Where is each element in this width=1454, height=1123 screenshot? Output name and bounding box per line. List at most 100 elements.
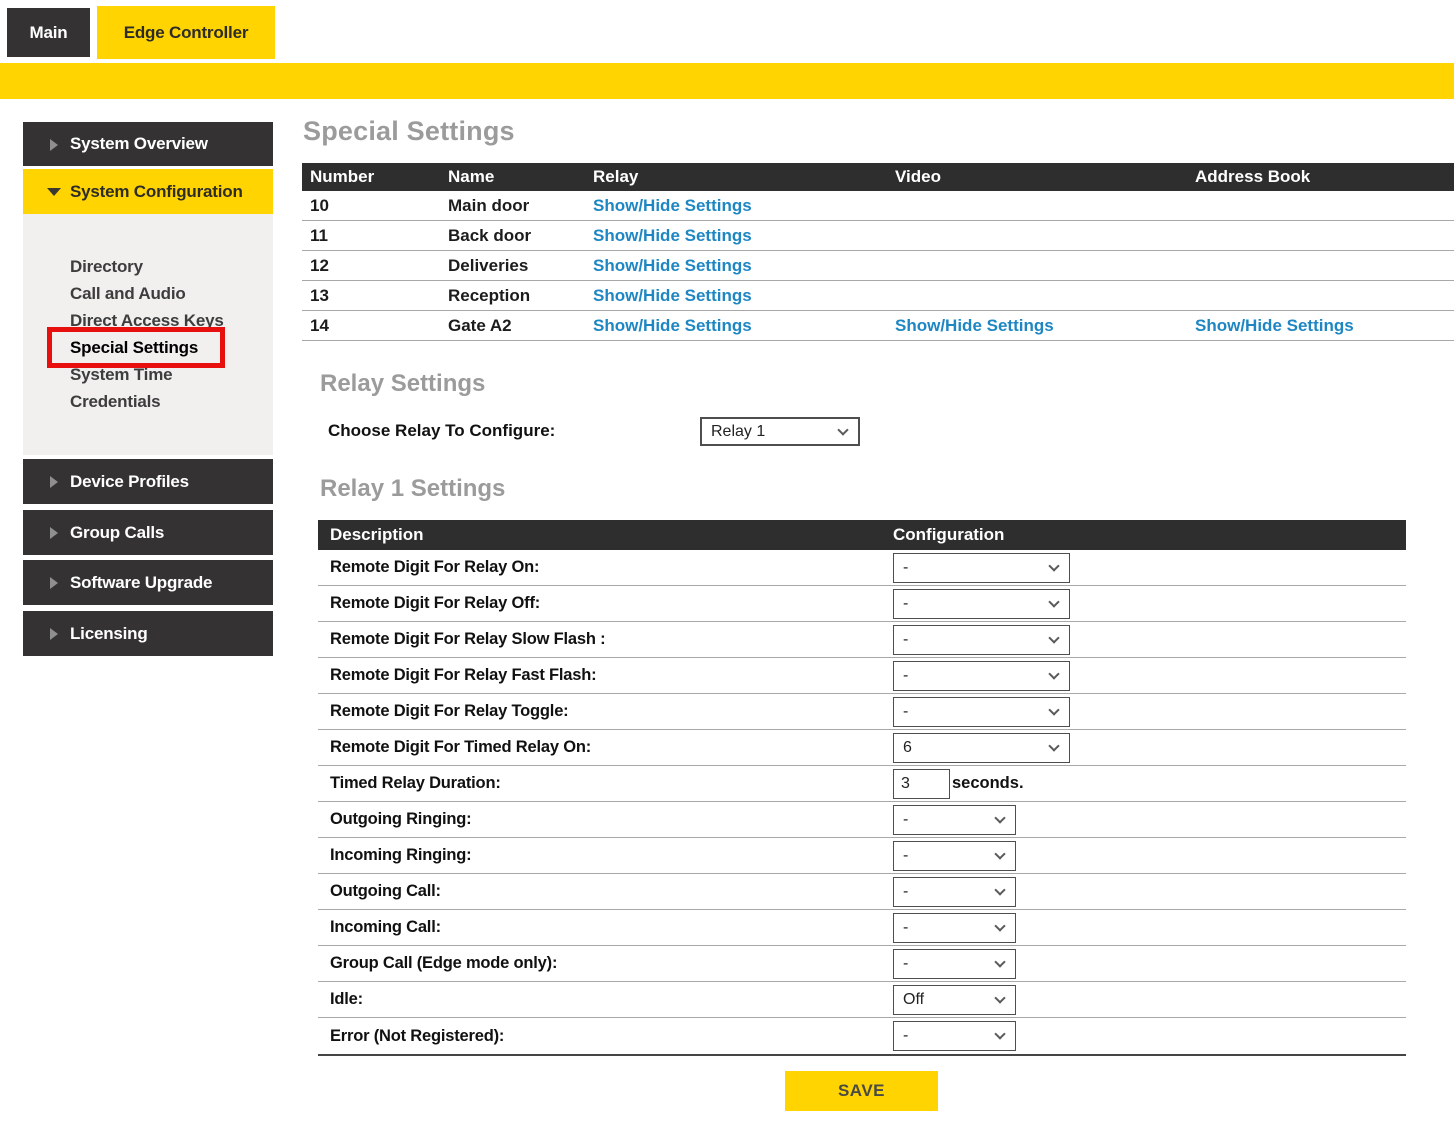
incoming-call-select[interactable]: - bbox=[893, 913, 1016, 943]
sidebar-item-special-settings[interactable]: Special Settings bbox=[23, 334, 273, 361]
timed-relay-duration-input[interactable] bbox=[893, 769, 950, 799]
device-name: Reception bbox=[448, 286, 593, 306]
tab-main-label: Main bbox=[30, 23, 68, 43]
sidebar-item-call-and-audio[interactable]: Call and Audio bbox=[23, 280, 273, 307]
settings-row: Remote Digit For Relay Slow Flash : - bbox=[318, 622, 1406, 658]
settings-row: Incoming Call: - bbox=[318, 910, 1406, 946]
tab-main[interactable]: Main bbox=[7, 8, 90, 57]
remote-digit-relay-fast-flash-select[interactable]: - bbox=[893, 661, 1070, 691]
chevron-down-icon bbox=[1048, 704, 1059, 715]
relay-show-hide-link[interactable]: Show/Hide Settings bbox=[593, 226, 752, 245]
device-name: Deliveries bbox=[448, 256, 593, 276]
table-row: 14 Gate A2 Show/Hide Settings Show/Hide … bbox=[302, 311, 1454, 341]
settings-row: Outgoing Ringing: - bbox=[318, 802, 1406, 838]
sidebar-item-label: System Configuration bbox=[70, 182, 243, 202]
select-value: - bbox=[903, 883, 908, 901]
relay-settings-title: Relay Settings bbox=[320, 370, 485, 398]
outgoing-ringing-select[interactable]: - bbox=[893, 805, 1016, 835]
device-number: 11 bbox=[302, 226, 448, 246]
address-book-show-hide-link[interactable]: Show/Hide Settings bbox=[1195, 316, 1354, 335]
idle-select[interactable]: Off bbox=[893, 985, 1016, 1015]
yellow-accent-bar bbox=[0, 63, 1454, 99]
setting-label: Timed Relay Duration: bbox=[318, 774, 893, 793]
sidebar-item-direct-access-keys[interactable]: Direct Access Keys bbox=[23, 307, 273, 334]
setting-label: Error (Not Registered): bbox=[318, 1027, 893, 1046]
select-value: 6 bbox=[903, 739, 912, 757]
setting-label: Incoming Ringing: bbox=[318, 846, 893, 865]
video-show-hide-link[interactable]: Show/Hide Settings bbox=[895, 316, 1054, 335]
chevron-down-icon bbox=[994, 884, 1005, 895]
chevron-right-icon bbox=[50, 476, 58, 488]
sidebar-item-group-calls[interactable]: Group Calls bbox=[23, 510, 273, 555]
remote-digit-relay-toggle-select[interactable]: - bbox=[893, 697, 1070, 727]
sidebar-item-credentials[interactable]: Credentials bbox=[23, 388, 273, 415]
setting-label: Outgoing Ringing: bbox=[318, 810, 893, 829]
outgoing-call-select[interactable]: - bbox=[893, 877, 1016, 907]
chevron-down-icon bbox=[994, 956, 1005, 967]
device-number: 14 bbox=[302, 316, 448, 336]
chevron-down-icon bbox=[837, 424, 848, 435]
relay1-settings-title: Relay 1 Settings bbox=[320, 475, 505, 503]
chevron-right-icon bbox=[50, 527, 58, 539]
sidebar-item-system-time[interactable]: System Time bbox=[23, 361, 273, 388]
incoming-ringing-select[interactable]: - bbox=[893, 841, 1016, 871]
sidebar-item-system-configuration[interactable]: System Configuration bbox=[23, 169, 273, 214]
error-not-registered-select[interactable]: - bbox=[893, 1021, 1016, 1051]
relay-show-hide-link[interactable]: Show/Hide Settings bbox=[593, 196, 752, 215]
device-name: Back door bbox=[448, 226, 593, 246]
chevron-down-icon bbox=[1048, 668, 1059, 679]
sidebar-item-software-upgrade[interactable]: Software Upgrade bbox=[23, 560, 273, 605]
app: Main Edge Controller System Overview Sys… bbox=[0, 0, 1454, 1123]
setting-label: Remote Digit For Relay On: bbox=[318, 558, 893, 577]
select-value: Relay 1 bbox=[711, 423, 765, 441]
settings-row: Remote Digit For Relay Fast Flash: - bbox=[318, 658, 1406, 694]
chevron-down-icon bbox=[994, 848, 1005, 859]
select-value: - bbox=[903, 595, 908, 613]
save-button[interactable]: SAVE bbox=[785, 1071, 938, 1111]
chevron-down-icon bbox=[1048, 632, 1059, 643]
col-header-relay: Relay bbox=[593, 167, 895, 187]
remote-digit-relay-slow-flash-select[interactable]: - bbox=[893, 625, 1070, 655]
relay1-settings-table: Description Configuration Remote Digit F… bbox=[318, 520, 1406, 1056]
chevron-down-icon bbox=[994, 920, 1005, 931]
chevron-right-icon bbox=[50, 628, 58, 640]
tab-edge-controller[interactable]: Edge Controller bbox=[97, 6, 275, 59]
settings-row: Remote Digit For Timed Relay On: 6 bbox=[318, 730, 1406, 766]
remote-digit-timed-relay-on-select[interactable]: 6 bbox=[893, 733, 1070, 763]
page-title: Special Settings bbox=[303, 116, 515, 147]
col-header-number: Number bbox=[302, 167, 448, 187]
setting-label: Group Call (Edge mode only): bbox=[318, 954, 893, 973]
sidebar-item-system-overview[interactable]: System Overview bbox=[23, 122, 273, 166]
relay-show-hide-link[interactable]: Show/Hide Settings bbox=[593, 316, 752, 335]
select-value: - bbox=[903, 1027, 908, 1045]
setting-label: Remote Digit For Relay Off: bbox=[318, 594, 893, 613]
setting-label: Outgoing Call: bbox=[318, 882, 893, 901]
setting-label: Remote Digit For Relay Toggle: bbox=[318, 702, 893, 721]
sidebar-item-device-profiles[interactable]: Device Profiles bbox=[23, 459, 273, 504]
device-number: 13 bbox=[302, 286, 448, 306]
table-row: 12 Deliveries Show/Hide Settings bbox=[302, 251, 1454, 281]
relay-show-hide-link[interactable]: Show/Hide Settings bbox=[593, 256, 752, 275]
select-value: - bbox=[903, 667, 908, 685]
remote-digit-relay-off-select[interactable]: - bbox=[893, 589, 1070, 619]
select-value: - bbox=[903, 919, 908, 937]
sidebar-item-label: Device Profiles bbox=[70, 472, 189, 492]
tab-edge-controller-label: Edge Controller bbox=[124, 23, 249, 43]
remote-digit-relay-on-select[interactable]: - bbox=[893, 553, 1070, 583]
relay-show-hide-link[interactable]: Show/Hide Settings bbox=[593, 286, 752, 305]
sidebar-item-label: Software Upgrade bbox=[70, 573, 212, 593]
setting-label: Remote Digit For Relay Fast Flash: bbox=[318, 666, 893, 685]
sidebar-item-directory[interactable]: Directory bbox=[23, 253, 273, 280]
group-call-select[interactable]: - bbox=[893, 949, 1016, 979]
select-value: - bbox=[903, 955, 908, 973]
select-value: - bbox=[903, 847, 908, 865]
chevron-right-icon bbox=[50, 577, 58, 589]
chevron-down-icon bbox=[1048, 740, 1059, 751]
chevron-down-icon bbox=[1048, 596, 1059, 607]
settings-row: Timed Relay Duration: seconds. bbox=[318, 766, 1406, 802]
chevron-down-icon bbox=[994, 1028, 1005, 1039]
chevron-down-icon bbox=[47, 188, 61, 196]
table-row: 11 Back door Show/Hide Settings bbox=[302, 221, 1454, 251]
sidebar-item-licensing[interactable]: Licensing bbox=[23, 611, 273, 656]
relay-to-configure-select[interactable]: Relay 1 bbox=[700, 417, 860, 446]
